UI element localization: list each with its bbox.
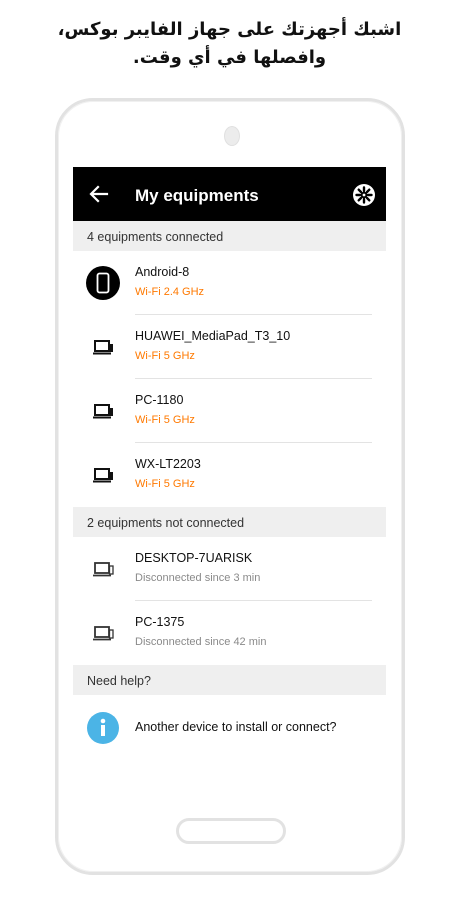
- help-row[interactable]: Another device to install or connect?: [73, 695, 386, 761]
- section-disconnected-header: 2 equipments not connected: [73, 507, 386, 537]
- computer-icon: [93, 468, 113, 483]
- device-name: PC-1180: [135, 393, 184, 407]
- device-status: Disconnected since 42 min: [135, 636, 267, 648]
- device-status: Wi-Fi 5 GHz: [135, 414, 195, 426]
- device-row[interactable]: PC-1180 Wi-Fi 5 GHz: [73, 379, 386, 443]
- computer-icon: [93, 340, 113, 355]
- device-name: DESKTOP-7UARISK: [135, 551, 253, 565]
- page-title: My equipments: [135, 186, 259, 205]
- device-name: HUAWEI_MediaPad_T3_10: [135, 329, 291, 343]
- app-bar: My equipments: [73, 167, 386, 221]
- caption-line-2: وافصلها في أي وقت.: [132, 47, 327, 68]
- phone-speaker: [224, 126, 240, 146]
- phone-home-button: [176, 818, 286, 844]
- device-row[interactable]: DESKTOP-7UARISK Disconnected since 3 min: [73, 537, 386, 601]
- arrow-left-icon[interactable]: [87, 182, 111, 206]
- computer-icon: [93, 404, 113, 419]
- device-row[interactable]: PC-1375 Disconnected since 42 min: [73, 601, 386, 665]
- device-status: Wi-Fi 5 GHz: [135, 478, 195, 490]
- device-row[interactable]: HUAWEI_MediaPad_T3_10 Wi-Fi 5 GHz: [73, 315, 386, 379]
- device-status: Wi-Fi 2.4 GHz: [135, 286, 205, 298]
- device-name: PC-1375: [135, 615, 185, 629]
- device-row[interactable]: Android-8 Wi-Fi 2.4 GHz: [73, 251, 386, 315]
- promo-caption: اشبك أجهزتك على جهاز الفايبر بوكس، وافصل…: [0, 16, 459, 72]
- device-status: Disconnected since 3 min: [135, 572, 261, 584]
- device-name: WX-LT2203: [135, 457, 201, 471]
- info-icon: [87, 712, 119, 744]
- device-name: Android-8: [135, 265, 190, 279]
- section-help-header: Need help?: [73, 665, 386, 695]
- caption-line-1: اشبك أجهزتك على جهاز الفايبر بوكس،: [57, 19, 402, 40]
- computer-icon: [93, 562, 114, 577]
- section-connected-header: 4 equipments connected: [73, 221, 386, 251]
- smartphone-icon: [86, 266, 120, 300]
- computer-icon: [93, 626, 114, 641]
- help-link-text: Another device to install or connect?: [135, 720, 337, 734]
- device-status: Wi-Fi 5 GHz: [135, 350, 195, 362]
- gear-icon[interactable]: [352, 183, 376, 207]
- app-screen: My equipments 4 equipments connected And…: [73, 167, 386, 767]
- device-row[interactable]: WX-LT2203 Wi-Fi 5 GHz: [73, 443, 386, 507]
